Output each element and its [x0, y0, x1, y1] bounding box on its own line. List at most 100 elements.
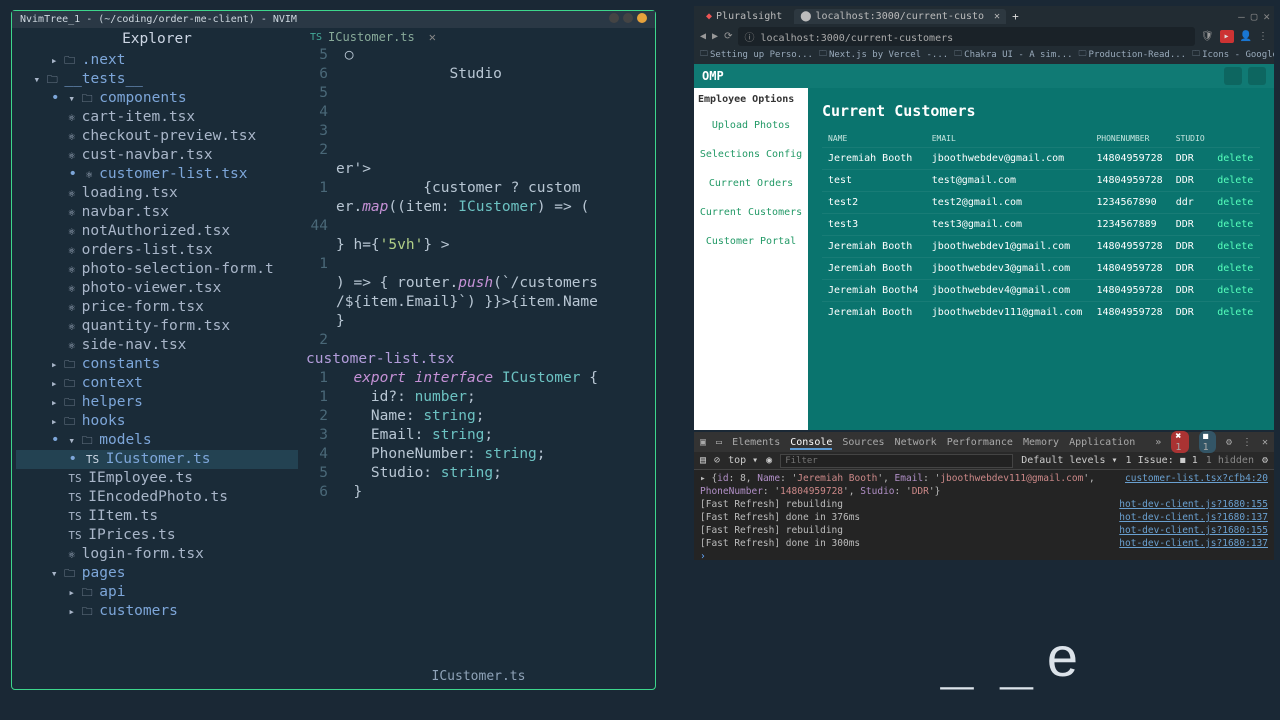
- tree-item[interactable]: ⚛ navbar.tsx: [16, 203, 298, 222]
- tree-item[interactable]: ⚛ loading.tsx: [16, 184, 298, 203]
- tree-item[interactable]: ⚛ cart-item.tsx: [16, 108, 298, 127]
- sidebar-icon[interactable]: ▤: [700, 455, 706, 466]
- delete-link[interactable]: delete: [1211, 170, 1260, 192]
- code-line[interactable]: 6 }: [302, 483, 655, 502]
- delete-link[interactable]: delete: [1211, 280, 1260, 302]
- bookmark-item[interactable]: 🗀Icons - Google Fo...: [1192, 48, 1274, 62]
- tab-label[interactable]: ICustomer.ts: [328, 28, 415, 47]
- sidebar-item[interactable]: Current Customers: [694, 198, 808, 227]
- devtools-tab[interactable]: Application: [1069, 437, 1135, 448]
- code-line[interactable]: 6 Studio: [302, 65, 655, 84]
- menu-icon[interactable]: ⋮: [1258, 31, 1268, 42]
- tree-item[interactable]: • ▾ 🗀 models: [16, 431, 298, 450]
- delete-link[interactable]: delete: [1211, 236, 1260, 258]
- console-line[interactable]: hot-dev-client.js?1680:137[Fast Refresh]…: [700, 537, 1268, 550]
- window-controls[interactable]: [605, 13, 647, 26]
- bookmarks-bar[interactable]: 🗀Setting up Perso... 🗀Next.js by Vercel -…: [694, 46, 1274, 64]
- error-badge[interactable]: ✖ 1: [1171, 431, 1188, 453]
- editor-pane[interactable]: TS ICustomer.ts ✕ 5 ○6 Studio5 4 3 2 er'…: [302, 28, 655, 690]
- code-line[interactable]: 3 Email: string;: [302, 426, 655, 445]
- code-line[interactable]: 1 id?: number;: [302, 388, 655, 407]
- levels-select[interactable]: Default levels ▾: [1021, 455, 1117, 466]
- code-line[interactable]: ) => { router.push(`/customers: [302, 274, 655, 293]
- device-icon[interactable]: ▭: [716, 437, 722, 448]
- delete-link[interactable]: delete: [1211, 258, 1260, 280]
- tree-item[interactable]: ⚛ notAuthorized.tsx: [16, 222, 298, 241]
- more-icon[interactable]: »: [1155, 437, 1161, 448]
- code-line[interactable]: /${item.Email}`) }}>{item.Name: [302, 293, 655, 312]
- delete-link[interactable]: delete: [1211, 214, 1260, 236]
- console-line[interactable]: hot-dev-client.js?1680:155[Fast Refresh]…: [700, 498, 1268, 511]
- user-icon[interactable]: 👤: [1240, 31, 1252, 42]
- close-icon[interactable]: ✕: [994, 11, 1000, 22]
- gear-icon[interactable]: ⚙: [1262, 455, 1268, 466]
- context-select[interactable]: top ▾: [728, 455, 758, 466]
- console-line[interactable]: hot-dev-client.js?1680:137[Fast Refresh]…: [700, 511, 1268, 524]
- tree-item[interactable]: ⚛ checkout-preview.tsx: [16, 127, 298, 146]
- tree-item[interactable]: ▸ 🗀 constants: [16, 355, 298, 374]
- code-line[interactable]: 4: [302, 103, 655, 122]
- code-line[interactable]: 2: [302, 331, 655, 350]
- code-line[interactable]: }: [302, 312, 655, 331]
- close-icon[interactable]: ✕: [429, 28, 436, 47]
- tree-item[interactable]: ⚛ login-form.tsx: [16, 545, 298, 564]
- gear-icon[interactable]: ⚙: [1226, 437, 1232, 448]
- eye-icon[interactable]: ◉: [766, 455, 772, 466]
- code-line[interactable]: 1: [302, 255, 655, 274]
- tree-item[interactable]: TS IItem.ts: [16, 507, 298, 526]
- tree-item[interactable]: ▸ 🗀 hooks: [16, 412, 298, 431]
- clear-icon[interactable]: ⊘: [714, 455, 720, 466]
- tree-item[interactable]: ▸ 🗀 helpers: [16, 393, 298, 412]
- tree-item[interactable]: ▸ 🗀 api: [16, 583, 298, 602]
- tree-item[interactable]: TS IEncodedPhoto.ts: [16, 488, 298, 507]
- shield-icon[interactable]: 🛡: [1201, 31, 1214, 42]
- tree-item[interactable]: ⚛ cust-navbar.tsx: [16, 146, 298, 165]
- code-line[interactable]: 44: [302, 217, 655, 236]
- code-line[interactable]: 3: [302, 122, 655, 141]
- issues-badge[interactable]: 1 Issue: ◼ 1: [1126, 455, 1198, 466]
- code-line[interactable]: 1 {customer ? custom: [302, 179, 655, 198]
- tree-item[interactable]: • ⚛ customer-list.tsx: [16, 165, 298, 184]
- close-icon[interactable]: ✕: [1262, 437, 1268, 448]
- reload-icon[interactable]: ⟳: [724, 31, 732, 42]
- tree-item[interactable]: ▾ 🗀 pages: [16, 564, 298, 583]
- browser-tab[interactable]: ◆Pluralsight: [700, 9, 788, 24]
- delete-link[interactable]: delete: [1211, 302, 1260, 324]
- code-line[interactable]: 5 ○: [302, 46, 655, 65]
- devtools-tab[interactable]: Console: [790, 437, 832, 450]
- tree-item[interactable]: ▸ 🗀 customers: [16, 602, 298, 621]
- console-output[interactable]: customer-list.tsx?cfb4:20▸ {id: 8, Name:…: [694, 470, 1274, 565]
- devtools-tab[interactable]: Memory: [1023, 437, 1059, 448]
- window-close-icon[interactable]: ✕: [1263, 10, 1270, 23]
- bookmark-item[interactable]: 🗀Production-Read...: [1079, 48, 1187, 62]
- theme-icon[interactable]: [1224, 67, 1242, 85]
- extension-icon[interactable]: ▸: [1220, 30, 1234, 43]
- delete-link[interactable]: delete: [1211, 148, 1260, 170]
- code-line[interactable]: 2 Name: string;: [302, 407, 655, 426]
- tree-item[interactable]: ▸ 🗀 context: [16, 374, 298, 393]
- tree-item[interactable]: ⚛ side-nav.tsx: [16, 336, 298, 355]
- tree-item[interactable]: ⚛ photo-selection-form.t: [16, 260, 298, 279]
- inspect-icon[interactable]: ▣: [700, 437, 706, 448]
- console-line[interactable]: hot-dev-client.js?1680:155[Fast Refresh]…: [700, 524, 1268, 537]
- bookmark-item[interactable]: 🗀Setting up Perso...: [700, 48, 813, 62]
- tree-item[interactable]: ▸ 🗀 .next: [16, 51, 298, 70]
- menu-icon[interactable]: [1248, 67, 1266, 85]
- url-input[interactable]: ⓘ localhost:3000/current-customers: [738, 27, 1194, 46]
- code-line[interactable]: er'>: [302, 160, 655, 179]
- tree-item[interactable]: • TS ICustomer.ts: [16, 450, 298, 469]
- filter-input[interactable]: [780, 454, 1013, 468]
- code-line[interactable]: 4 PhoneNumber: string;: [302, 445, 655, 464]
- forward-icon[interactable]: ▶: [712, 31, 718, 42]
- bookmark-item[interactable]: 🗀Next.js by Vercel -...: [819, 48, 948, 62]
- sidebar-item[interactable]: Current Orders: [694, 169, 808, 198]
- code-line[interactable]: 2: [302, 141, 655, 160]
- browser-tab-active[interactable]: ⬤localhost:3000/current-custo✕: [794, 9, 1006, 24]
- delete-link[interactable]: delete: [1211, 192, 1260, 214]
- sidebar-item[interactable]: Upload Photos: [694, 111, 808, 140]
- browser-tabs[interactable]: ◆Pluralsight ⬤localhost:3000/current-cus…: [694, 6, 1274, 26]
- window-minimize-icon[interactable]: —: [1238, 10, 1245, 23]
- tree-item[interactable]: ⚛ quantity-form.tsx: [16, 317, 298, 336]
- code-line[interactable]: er.map((item: ICustomer) => (: [302, 198, 655, 217]
- devtools-tab[interactable]: Elements: [732, 437, 780, 448]
